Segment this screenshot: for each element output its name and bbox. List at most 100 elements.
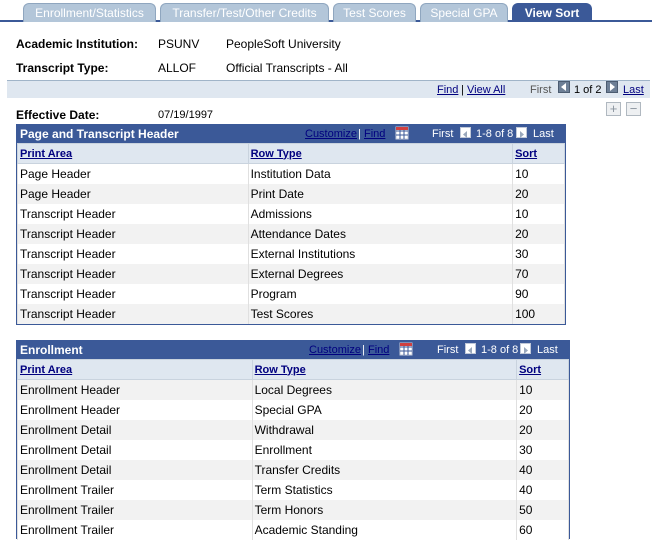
grid-title-bar: Page and Transcript Header Customize | F… (17, 125, 565, 143)
transcript-type-code: ALLOF (158, 61, 197, 75)
add-row-icon[interactable]: + (606, 102, 621, 116)
tab-enrollment-statistics[interactable]: Enrollment/Statistics (23, 3, 156, 22)
column-header-row-type[interactable]: Row Type (251, 359, 518, 380)
grid-title-bar: Enrollment Customize | Find First 1-8 of… (17, 341, 569, 359)
row-type-cell: Special GPA (251, 399, 518, 420)
table-row: Transcript Header Test Scores 100 (17, 303, 565, 324)
next-arrow-icon[interactable] (606, 81, 618, 93)
sort-cell: 10 (512, 203, 565, 224)
effective-date-value: 07/19/1997 (158, 109, 214, 121)
next-arrow-icon[interactable] (516, 127, 527, 138)
print-area-cell: Enrollment Header (17, 379, 253, 400)
download-grid-icon[interactable] (399, 342, 413, 356)
row-type-cell: Test Scores (247, 303, 514, 324)
page-transcript-header-grid: Page and Transcript Header Customize | F… (16, 124, 566, 325)
customize-link[interactable]: Customize (305, 128, 357, 140)
table-row: Enrollment Detail Enrollment 30 (17, 439, 569, 460)
effective-date-scroll-bar: Find | View All First 1 of 2 Last (7, 80, 650, 98)
tab-special-gpa[interactable]: Special GPA (420, 3, 508, 22)
sort-cell: 30 (512, 243, 565, 264)
first-label: First (432, 128, 454, 140)
print-area-cell: Enrollment Detail (17, 419, 253, 440)
table-row: Enrollment Detail Transfer Credits 40 (17, 459, 569, 480)
download-grid-icon[interactable] (395, 126, 409, 140)
column-header-sort[interactable]: Sort (512, 143, 565, 164)
column-header-sort[interactable]: Sort (516, 359, 569, 380)
row-type-cell: Local Degrees (251, 379, 518, 400)
print-area-cell: Transcript Header (17, 283, 249, 304)
separator: | (362, 344, 365, 356)
table-row: Transcript Header Admissions 10 (17, 203, 565, 224)
sort-cell: 20 (512, 223, 565, 244)
column-header-print-area[interactable]: Print Area (17, 143, 249, 164)
last-link[interactable]: Last (623, 83, 644, 97)
sort-cell: 20 (516, 419, 569, 440)
table-row: Transcript Header External Degrees 70 (17, 263, 565, 284)
print-area-cell: Enrollment Trailer (17, 499, 253, 520)
enrollment-grid: Enrollment Customize | Find First 1-8 of… (16, 340, 570, 540)
previous-arrow-icon[interactable] (558, 81, 570, 93)
print-area-cell: Transcript Header (17, 303, 249, 324)
print-area-cell: Page Header (17, 163, 249, 184)
print-area-cell: Transcript Header (17, 263, 249, 284)
delete-row-icon[interactable]: − (626, 102, 641, 116)
row-type-cell: Institution Data (247, 163, 514, 184)
row-type-cell: Academic Standing (251, 519, 518, 540)
table-row: Enrollment Trailer Term Honors 50 (17, 499, 569, 520)
sort-cell: 10 (512, 163, 565, 184)
tab-transfer-test-other-credits[interactable]: Transfer/Test/Other Credits (160, 3, 329, 22)
tab-view-sort[interactable]: View Sort (512, 3, 592, 22)
separator: | (358, 128, 361, 140)
effective-date-label: Effective Date: (16, 108, 100, 122)
academic-institution-label: Academic Institution: (16, 37, 139, 51)
sort-cell: 90 (512, 283, 565, 304)
sort-cell: 20 (516, 399, 569, 420)
column-header-row-type[interactable]: Row Type (247, 143, 514, 164)
academic-institution-code: PSUNV (158, 37, 200, 51)
next-arrow-icon[interactable] (520, 343, 531, 354)
print-area-cell: Enrollment Trailer (17, 519, 253, 540)
previous-arrow-icon[interactable] (460, 127, 471, 138)
sort-cell: 10 (516, 379, 569, 400)
column-header-print-area[interactable]: Print Area (17, 359, 253, 380)
table-row: Enrollment Trailer Term Statistics 40 (17, 479, 569, 500)
sort-cell: 100 (512, 303, 565, 324)
print-area-cell: Enrollment Detail (17, 439, 253, 460)
tab-test-scores[interactable]: Test Scores (333, 3, 416, 22)
row-type-cell: Withdrawal (251, 419, 518, 440)
table-row: Enrollment Header Special GPA 20 (17, 399, 569, 420)
print-area-cell: Enrollment Detail (17, 459, 253, 480)
sort-cell: 40 (516, 459, 569, 480)
sort-cell: 20 (512, 183, 565, 204)
previous-arrow-icon[interactable] (465, 343, 476, 354)
table-row: Enrollment Header Local Degrees 10 (17, 379, 569, 400)
transcript-type-label: Transcript Type: (16, 61, 109, 75)
view-all-link[interactable]: View All (467, 83, 505, 97)
row-type-cell: External Degrees (247, 263, 514, 284)
row-type-cell: External Institutions (247, 243, 514, 264)
print-area-cell: Transcript Header (17, 223, 249, 244)
row-type-cell: Term Honors (251, 499, 518, 520)
row-count: 1-8 of 8 (476, 128, 514, 140)
tab-bar: Enrollment/Statistics Transfer/Test/Othe… (0, 0, 652, 22)
table-row: Transcript Header Attendance Dates 20 (17, 223, 565, 244)
row-type-cell: Attendance Dates (247, 223, 514, 244)
table-row: Enrollment Detail Withdrawal 20 (17, 419, 569, 440)
find-link[interactable]: Find (368, 344, 389, 356)
table-row: Transcript Header Program 90 (17, 283, 565, 304)
find-link[interactable]: Find (437, 83, 458, 97)
table-row: Transcript Header External Institutions 30 (17, 243, 565, 264)
sort-cell: 70 (512, 263, 565, 284)
grid-title: Page and Transcript Header (20, 127, 179, 141)
academic-institution-name: PeopleSoft University (226, 37, 341, 51)
find-link[interactable]: Find (364, 128, 385, 140)
separator: | (461, 84, 464, 96)
last-label: Last (537, 344, 558, 356)
table-row: Page Header Institution Data 10 (17, 163, 565, 184)
print-area-cell: Enrollment Trailer (17, 479, 253, 500)
customize-link[interactable]: Customize (309, 344, 361, 356)
last-label: Last (533, 128, 554, 140)
first-label: First (530, 84, 552, 96)
row-count: 1 of 2 (574, 84, 602, 96)
data-table: Print Area Row Type Sort Page Header Inst… (17, 143, 565, 324)
